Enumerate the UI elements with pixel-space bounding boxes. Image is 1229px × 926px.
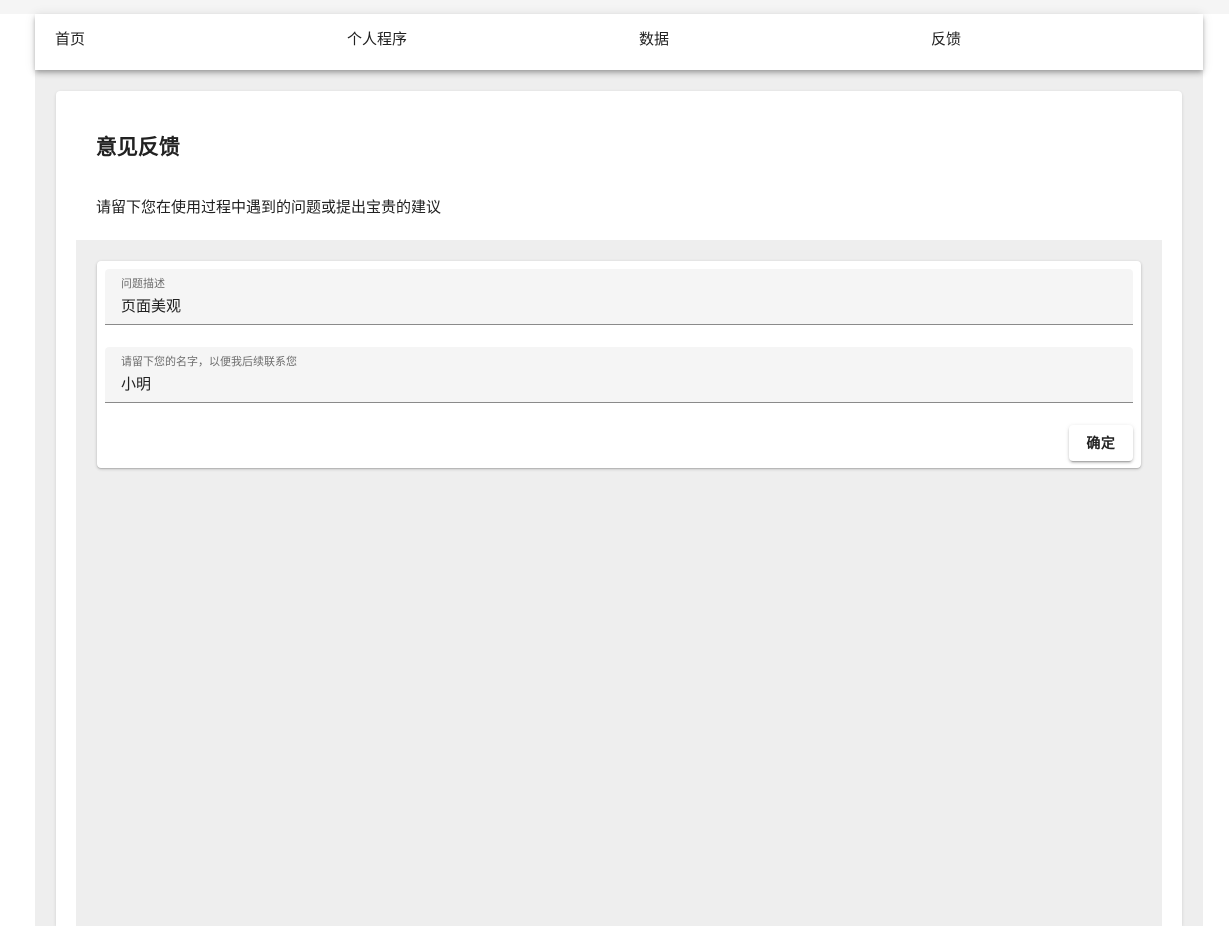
browser-top-strip [0, 0, 1229, 14]
nav-item-home[interactable]: 首页 [55, 29, 85, 49]
nav-item-data[interactable]: 数据 [639, 29, 669, 49]
page-title: 意见反馈 [96, 135, 180, 159]
name-label: 请留下您的名字，以便我后续联系您 [121, 355, 297, 368]
problem-description-input[interactable]: 页面美观 [121, 296, 181, 316]
nav-item-personal-programs[interactable]: 个人程序 [347, 29, 407, 49]
confirm-button[interactable]: 确定 [1069, 425, 1133, 461]
problem-description-field[interactable]: 问题描述 页面美观 [105, 269, 1133, 325]
name-input[interactable]: 小明 [121, 374, 151, 394]
problem-description-label: 问题描述 [121, 277, 165, 290]
page-subtitle: 请留下您在使用过程中遇到的问题或提出宝贵的建议 [96, 198, 442, 216]
name-field[interactable]: 请留下您的名字，以便我后续联系您 小明 [105, 347, 1133, 403]
top-navbar: 首页 个人程序 数据 反馈 [35, 14, 1203, 70]
nav-item-feedback[interactable]: 反馈 [931, 29, 961, 49]
